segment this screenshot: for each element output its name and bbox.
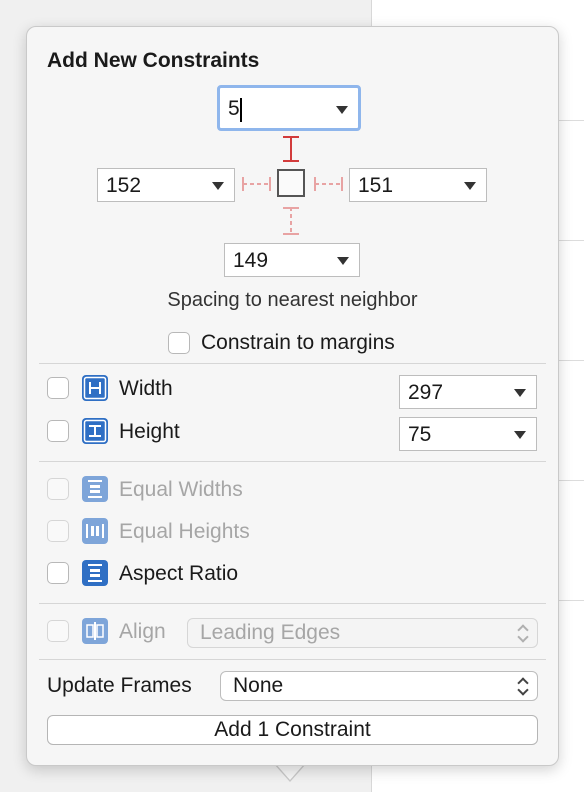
update-frames-label: Update Frames: [47, 674, 192, 697]
add-constraint-button[interactable]: Add 1 Constraint: [47, 715, 538, 745]
equal-heights-label[interactable]: Equal Heights: [119, 520, 250, 544]
chevron-down-icon[interactable]: [514, 389, 526, 397]
align-checkbox[interactable]: [47, 620, 69, 642]
equal-widths-checkbox[interactable]: [47, 478, 69, 500]
constraint-target-view: [277, 169, 305, 197]
background-row: [555, 240, 584, 241]
popover-title: Add New Constraints: [47, 49, 260, 72]
aspect-ratio-checkbox[interactable]: [47, 562, 69, 584]
top-spacing-value: 5: [228, 97, 240, 120]
background-row: [555, 480, 584, 481]
equal-widths-label[interactable]: Equal Widths: [119, 478, 243, 502]
popup-stepper-icon: [517, 624, 527, 642]
chevron-down-icon[interactable]: [336, 106, 348, 114]
section-divider: [39, 659, 546, 660]
width-label[interactable]: Width: [119, 377, 173, 401]
aspect-ratio-label[interactable]: Aspect Ratio: [119, 562, 238, 586]
height-checkbox[interactable]: [47, 420, 69, 442]
top-spacing-field[interactable]: 5: [217, 85, 361, 131]
chevron-down-icon[interactable]: [212, 182, 224, 190]
constrain-to-margins-checkbox[interactable]: [168, 332, 190, 354]
aspect-ratio-icon: [82, 560, 108, 586]
width-icon: [82, 375, 108, 401]
background-row: [555, 120, 584, 121]
leading-spacing-field[interactable]: 152: [97, 168, 235, 202]
align-edges-popup[interactable]: Leading Edges: [187, 618, 538, 648]
width-value: 297: [408, 381, 444, 404]
height-label[interactable]: Height: [119, 420, 180, 444]
section-divider: [39, 603, 546, 604]
trailing-spacing-value: 151: [358, 174, 394, 197]
spacing-caption: Spacing to nearest neighbor: [167, 289, 418, 311]
equal-heights-icon: [82, 518, 108, 544]
bottom-spacing-value: 149: [233, 249, 269, 272]
update-frames-value: None: [233, 674, 284, 697]
equal-widths-icon: [82, 476, 108, 502]
width-checkbox[interactable]: [47, 377, 69, 399]
update-frames-popup[interactable]: None: [220, 671, 538, 701]
width-value-field[interactable]: 297: [399, 375, 537, 409]
equal-heights-checkbox[interactable]: [47, 520, 69, 542]
section-divider: [39, 461, 546, 462]
height-icon: [82, 418, 108, 444]
chevron-down-icon[interactable]: [514, 431, 526, 439]
constrain-to-margins-label[interactable]: Constrain to margins: [201, 331, 395, 355]
section-divider: [39, 363, 546, 364]
text-caret: [240, 98, 242, 122]
leading-spacing-value: 152: [106, 174, 142, 197]
background-row: [555, 360, 584, 361]
align-edges-value: Leading Edges: [200, 621, 341, 644]
background-row: [555, 600, 584, 601]
height-value-field[interactable]: 75: [399, 417, 537, 451]
add-constraints-popover: Add New Constraints 5 152 151 149 Spacin…: [26, 26, 559, 766]
height-value: 75: [408, 423, 432, 446]
align-label[interactable]: Align: [119, 620, 166, 644]
bottom-spacing-field[interactable]: 149: [224, 243, 360, 277]
chevron-down-icon[interactable]: [464, 182, 476, 190]
chevron-down-icon[interactable]: [337, 257, 349, 265]
align-icon: [82, 618, 108, 644]
popup-stepper-icon: [517, 677, 527, 695]
trailing-spacing-field[interactable]: 151: [349, 168, 487, 202]
